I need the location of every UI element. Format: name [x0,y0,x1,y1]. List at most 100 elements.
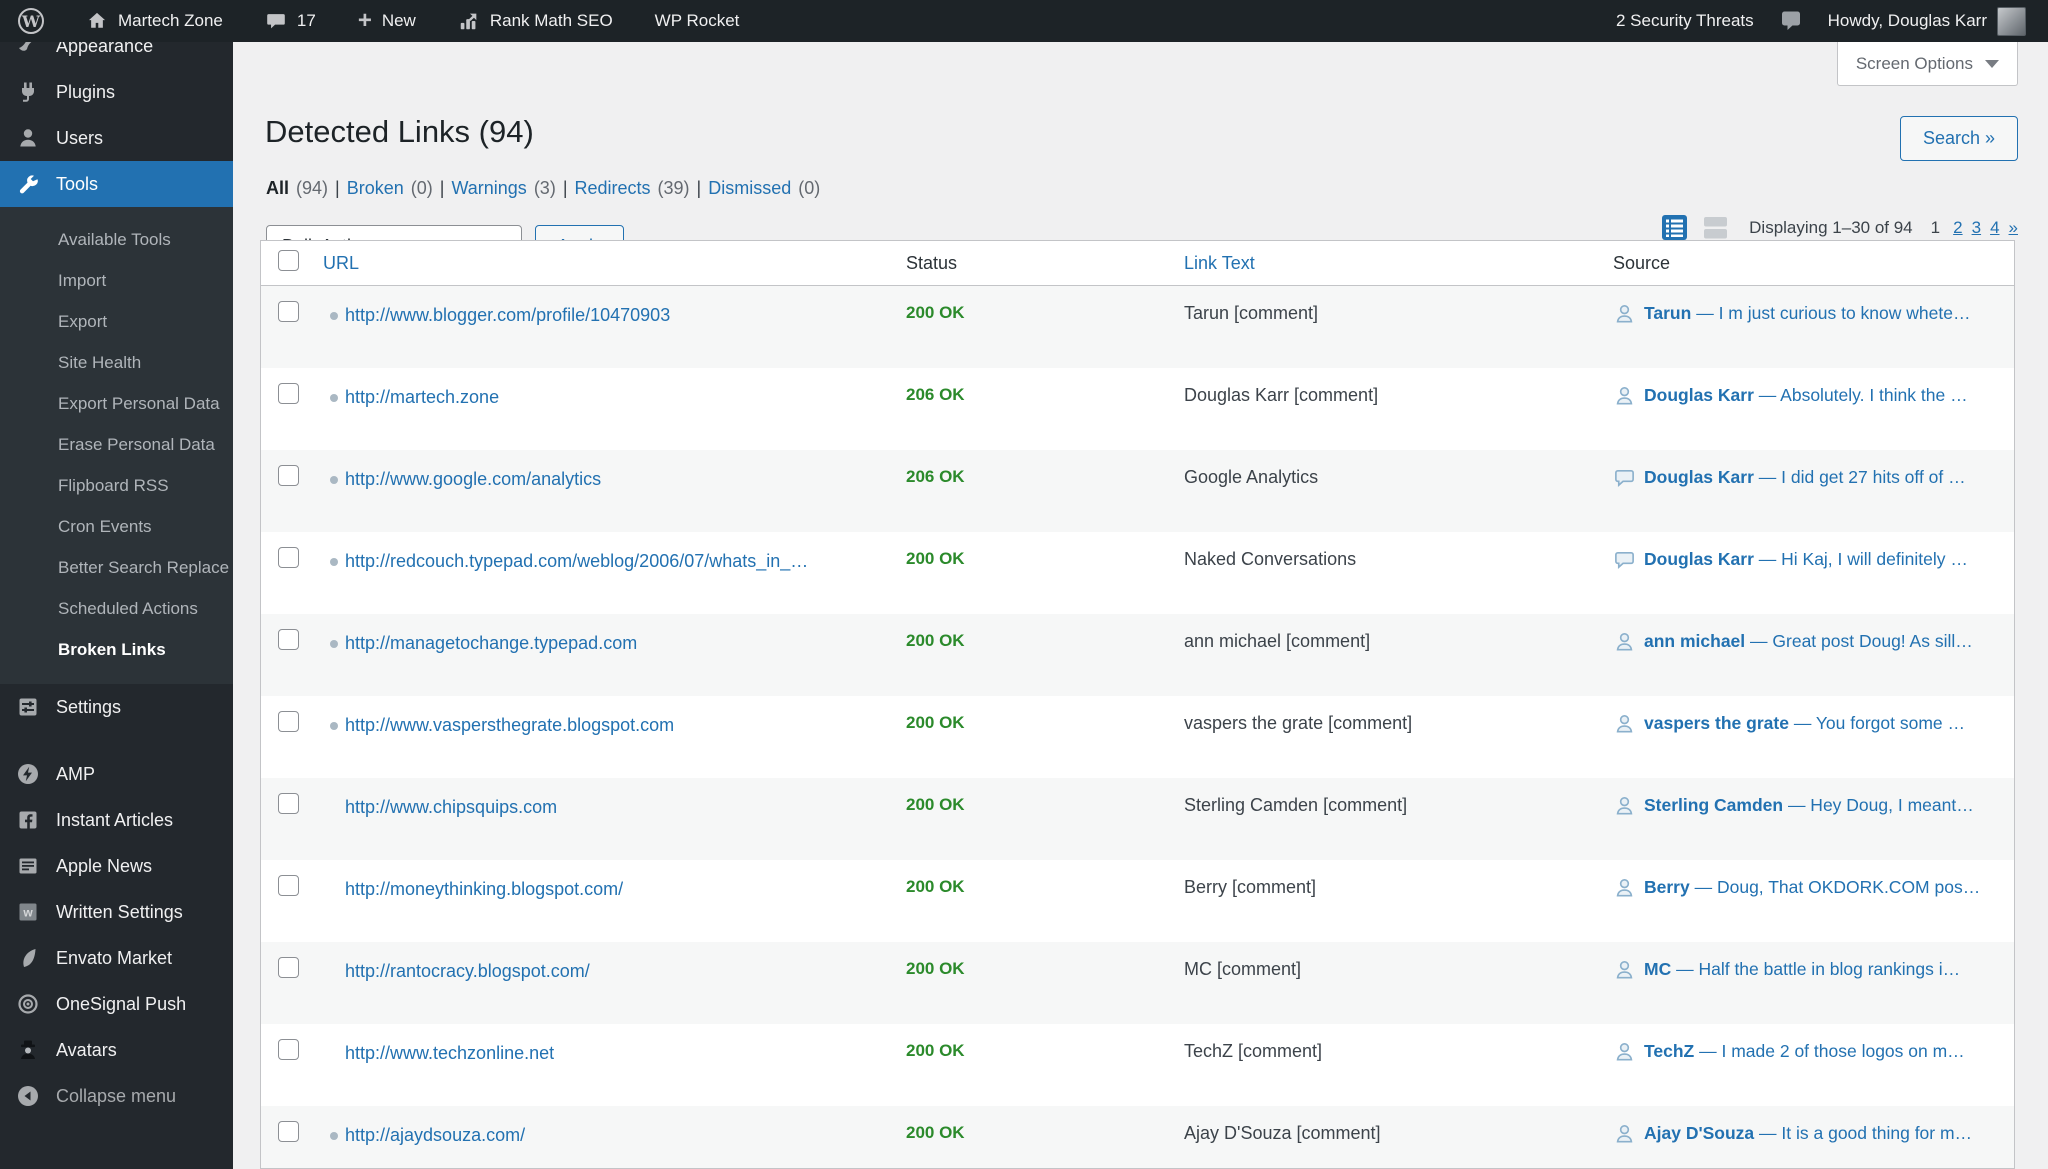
person-icon [1613,794,1636,817]
url-cell: http://redcouch.typepad.com/weblog/2006/… [321,532,906,572]
user-account-menu[interactable]: Howdy, Douglas Karr [1828,6,2026,36]
sidebar-item-tools[interactable]: Tools [0,161,233,207]
wp-rocket-menu[interactable]: WP Rocket [655,11,740,31]
source-link[interactable]: Tarun — I m just curious to know whete… [1644,303,1970,324]
row-checkbox[interactable] [278,957,299,978]
pagination-link[interactable]: 3 [1972,218,1981,238]
rank-math-menu[interactable]: Rank Math SEO [458,10,613,32]
excerpt-view-icon[interactable] [1702,214,1729,241]
feedback-bubble-icon[interactable] [1778,8,1804,34]
submenu-item[interactable]: Available Tools [0,219,233,260]
source-link[interactable]: Ajay D'Souza — It is a good thing for m… [1644,1123,1972,1144]
security-threats-menu[interactable]: 2 Security Threats [1616,11,1754,31]
row-checkbox[interactable] [278,875,299,896]
submenu-item-label: Export [58,312,108,331]
url-link[interactable]: http://www.blogger.com/profile/10470903 [345,305,670,326]
submenu-item[interactable]: Site Health [0,342,233,383]
pagination-link[interactable]: 4 [1990,218,1999,238]
row-checkbox[interactable] [278,793,299,814]
search-button[interactable]: Search » [1899,116,2018,161]
submenu-item[interactable]: Export [0,301,233,342]
sidebar-item-instant-articles[interactable]: Instant Articles [0,797,233,843]
row-checkbox[interactable] [278,465,299,486]
pagination-link[interactable]: » [2009,218,2018,238]
new-content-menu[interactable]: + New [358,9,416,33]
source-author: ann michael [1644,631,1746,651]
url-link[interactable]: http://moneythinking.blogspot.com/ [345,879,623,900]
sidebar-item-avatars[interactable]: Avatars [0,1027,233,1073]
sidebar-item-plugins[interactable]: Plugins [0,69,233,115]
filter-link[interactable]: Warnings [451,178,526,199]
url-link[interactable]: http://ajaydsouza.com/ [345,1125,525,1146]
filter-link[interactable]: All [266,178,289,199]
table-row: http://redcouch.typepad.com/weblog/2006/… [261,532,2014,614]
source-link[interactable]: ann michael — Great post Doug! As sill… [1644,631,1973,652]
filter-link[interactable]: Dismissed [708,178,791,199]
row-checkbox[interactable] [278,301,299,322]
sidebar-item-users[interactable]: Users [0,115,233,161]
collapse-menu-button[interactable]: Collapse menu [0,1073,233,1119]
submenu-item[interactable]: Flipboard RSS [0,465,233,506]
submenu-item[interactable]: Scheduled Actions [0,588,233,629]
column-header-url[interactable]: URL [321,253,906,274]
source-link[interactable]: vaspers the grate — You forgot some … [1644,713,1965,734]
sidebar-item-written-settings[interactable]: w Written Settings [0,889,233,935]
url-cell: http://rantocracy.blogspot.com/ [321,942,906,982]
source-link[interactable]: Douglas Karr — Hi Kaj, I will definitely… [1644,549,1968,570]
url-link[interactable]: http://martech.zone [345,387,499,408]
pagination-link[interactable]: 2 [1953,218,1962,238]
source-link[interactable]: Douglas Karr — Absolutely. I think the … [1644,385,1968,406]
filter-item: All (94) | [266,178,340,199]
source-link[interactable]: Berry — Doug, That OKDORK.COM pos… [1644,877,1980,898]
status-value: 200 OK [906,1041,965,1060]
filter-link[interactable]: Broken [347,178,404,199]
source-excerpt: — It is a good thing for m… [1759,1123,1973,1143]
source-link[interactable]: Sterling Camden — Hey Doug, I meant… [1644,795,1974,816]
submenu-item[interactable]: Import [0,260,233,301]
submenu-item[interactable]: Broken Links [0,629,233,670]
row-checkbox[interactable] [278,1039,299,1060]
sidebar-item-envato-market[interactable]: Envato Market [0,935,233,981]
sidebar-item-appearance[interactable]: Appearance [0,42,233,69]
comments-menu[interactable]: 17 [265,10,316,32]
submenu-item[interactable]: Better Search Replace [0,547,233,588]
sidebar-item-onesignal-push[interactable]: OneSignal Push [0,981,233,1027]
link-text-value: Google Analytics [1184,467,1319,487]
row-checkbox[interactable] [278,1121,299,1142]
select-all-checkbox[interactable] [278,250,299,271]
site-name-menu[interactable]: Martech Zone [86,10,223,32]
url-link[interactable]: http://www.techzonline.net [345,1043,554,1064]
submenu-item[interactable]: Erase Personal Data [0,424,233,465]
url-cell: http://www.google.com/analytics [321,450,906,490]
source-cell: MC — Half the battle in blog rankings i… [1613,942,2014,981]
column-header-link-text[interactable]: Link Text [1184,253,1613,274]
url-link[interactable]: http://www.google.com/analytics [345,469,601,490]
content-area: Screen Options Detected Links (94) Searc… [233,42,2048,1169]
filter-link[interactable]: Redirects [575,178,651,199]
url-link[interactable]: http://www.chipsquips.com [345,797,557,818]
wordpress-logo-icon[interactable]: W [18,8,44,34]
url-link[interactable]: http://www.vaspersthegrate.blogspot.com [345,715,674,736]
submenu-item[interactable]: Export Personal Data [0,383,233,424]
source-link[interactable]: TechZ — I made 2 of those logos on m… [1644,1041,1965,1062]
row-checkbox[interactable] [278,629,299,650]
row-checkbox[interactable] [278,547,299,568]
row-checkbox[interactable] [278,711,299,732]
collapse-menu-label: Collapse menu [56,1085,177,1106]
list-view-icon[interactable] [1661,214,1688,241]
sidebar-item-settings[interactable]: Settings [0,684,233,730]
url-link[interactable]: http://rantocracy.blogspot.com/ [345,961,590,982]
sidebar-item-apple-news[interactable]: Apple News [0,843,233,889]
screen-options-label: Screen Options [1855,53,1973,73]
source-link[interactable]: Douglas Karr — I did get 27 hits off of … [1644,467,1966,488]
source-link[interactable]: MC — Half the battle in blog rankings i… [1644,959,1960,980]
sidebar-item-amp[interactable]: AMP [0,751,233,797]
sidebar-item-label: OneSignal Push [56,993,187,1014]
pagination-links: 2 3 4 » [1953,218,2018,238]
url-link[interactable]: http://managetochange.typepad.com [345,633,637,654]
submenu-item[interactable]: Cron Events [0,506,233,547]
url-link[interactable]: http://redcouch.typepad.com/weblog/2006/… [345,551,808,572]
user-avatar [1997,6,2026,36]
row-checkbox[interactable] [278,383,299,404]
screen-options-tab[interactable]: Screen Options [1836,42,2018,86]
